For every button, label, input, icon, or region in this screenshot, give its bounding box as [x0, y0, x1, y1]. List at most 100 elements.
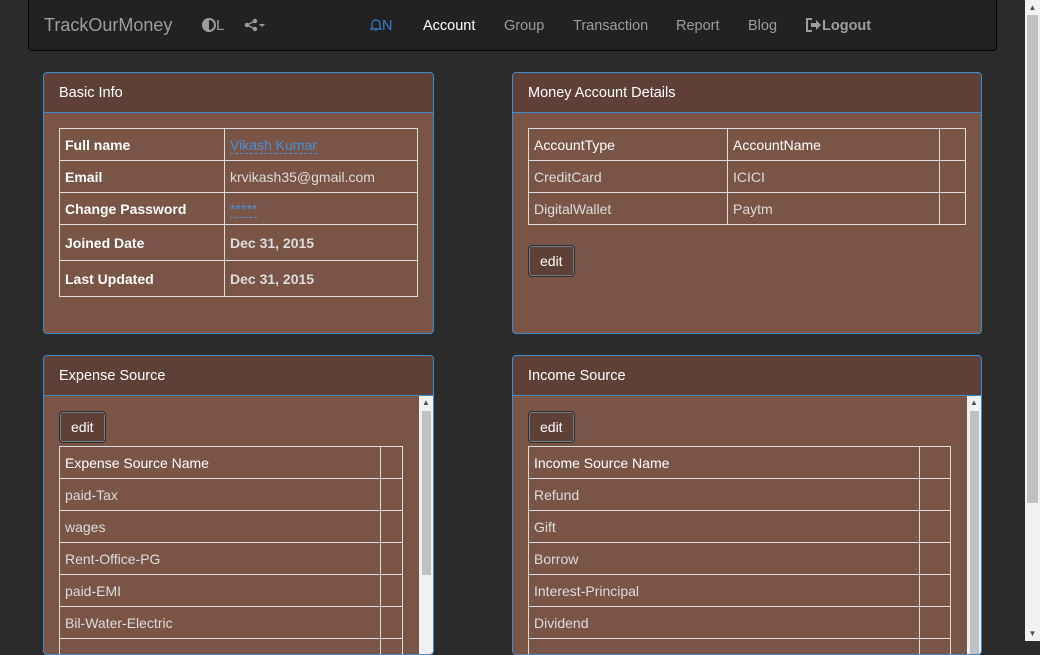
last-updated-value: Dec 31, 2015 — [225, 261, 418, 297]
action-cell — [381, 607, 403, 639]
table-row: paid-EMI — [60, 575, 403, 607]
table-row: Rent-Office-PG — [60, 543, 403, 575]
nav-blog[interactable]: Blog — [748, 18, 777, 34]
header-expense-source-name: Expense Source Name — [60, 447, 381, 479]
table-row: Borrow — [529, 543, 951, 575]
edit-income-button[interactable]: edit — [528, 411, 575, 443]
nav-group[interactable]: Group — [504, 18, 544, 34]
table-row: Last Updated Dec 31, 2015 — [60, 261, 418, 297]
table-row: Joined Date Dec 31, 2015 — [60, 225, 418, 261]
bell-icon — [370, 18, 382, 31]
account-name-cell: ICICI — [728, 161, 940, 193]
action-cell — [920, 607, 951, 639]
scroll-up-arrow-icon[interactable]: ▲ — [967, 396, 981, 410]
money-account-title: Money Account Details — [513, 73, 981, 113]
theme-toggle[interactable]: L — [202, 17, 224, 34]
action-cell — [381, 543, 403, 575]
expense-scrollbar[interactable]: ▲ — [419, 396, 433, 654]
logout-label: Logout — [822, 18, 871, 34]
action-cell — [940, 193, 966, 225]
expense-source-title: Expense Source — [44, 356, 433, 396]
table-row: Interest-Principal — [529, 575, 951, 607]
money-account-panel: Money Account Details AccountType Accoun… — [512, 72, 982, 334]
action-cell — [940, 161, 966, 193]
table-row: paid-Tax — [60, 479, 403, 511]
logout-icon — [806, 18, 822, 32]
expense-source-cell: Bil-Water-Electric — [60, 607, 381, 639]
action-cell — [920, 511, 951, 543]
edit-expense-button[interactable]: edit — [59, 411, 106, 443]
money-account-table: AccountType AccountName CreditCard ICICI… — [528, 128, 966, 225]
income-source-cell: Refund — [529, 479, 920, 511]
notifications-label: N — [382, 18, 392, 34]
income-scrollbar[interactable]: ▲ — [967, 396, 981, 654]
contrast-icon — [202, 18, 216, 32]
nav-transaction[interactable]: Transaction — [573, 18, 648, 34]
table-row: wages — [60, 511, 403, 543]
scroll-up-arrow-icon[interactable]: ▲ — [1025, 0, 1040, 15]
notifications-link[interactable]: N — [370, 18, 392, 34]
change-password-label: Change Password — [60, 193, 225, 225]
basic-info-panel: Basic Info Full name Vikash Kumar Email … — [43, 72, 434, 334]
fullname-editable[interactable]: Vikash Kumar — [230, 137, 317, 154]
action-cell — [920, 479, 951, 511]
header-action — [920, 447, 951, 479]
header-action — [381, 447, 403, 479]
action-cell — [381, 479, 403, 511]
action-cell — [381, 511, 403, 543]
table-row: Change Password ***** — [60, 193, 418, 225]
header-action — [940, 129, 966, 161]
income-source-panel: Income Source edit Income Source Name Re… — [512, 355, 982, 655]
last-updated-label: Last Updated — [60, 261, 225, 297]
expense-source-table: Expense Source Name paid-Tax wages Rent-… — [59, 446, 403, 655]
header-account-name: AccountName — [728, 129, 940, 161]
account-type-cell: DigitalWallet — [529, 193, 728, 225]
email-label: Email — [60, 161, 225, 193]
edit-accounts-button[interactable]: edit — [528, 245, 575, 277]
table-row: Dividend — [529, 607, 951, 639]
email-value: krvikash35@gmail.com — [225, 161, 418, 193]
income-source-table: Income Source Name Refund Gift Borrow In… — [528, 446, 951, 655]
expense-source-cell: paid-Tax — [60, 479, 381, 511]
expense-source-cell: paid-EMI — [60, 575, 381, 607]
expense-source-cell: Rent-Office-PG — [60, 543, 381, 575]
page-scrollbar-thumb[interactable] — [1027, 15, 1038, 503]
share-icon — [244, 18, 266, 32]
income-source-cell: Interest-Principal — [529, 575, 920, 607]
table-row: DigitalWallet Paytm — [529, 193, 966, 225]
logout-link[interactable]: Logout — [806, 18, 871, 34]
nav-account[interactable]: Account — [423, 18, 475, 34]
account-type-cell: CreditCard — [529, 161, 728, 193]
fullname-label: Full name — [60, 129, 225, 161]
table-row: Gift — [529, 511, 951, 543]
scrollbar-thumb[interactable] — [422, 411, 431, 575]
table-header-row: Income Source Name — [529, 447, 951, 479]
header-account-type: AccountType — [529, 129, 728, 161]
basic-info-title: Basic Info — [44, 73, 433, 113]
action-cell — [920, 575, 951, 607]
share-dropdown[interactable] — [244, 17, 266, 34]
table-row: Full name Vikash Kumar — [60, 129, 418, 161]
expense-source-panel: Expense Source edit Expense Source Name … — [43, 355, 434, 655]
income-source-title: Income Source — [513, 356, 981, 396]
table-header-row: AccountType AccountName — [529, 129, 966, 161]
table-row: Email krvikash35@gmail.com — [60, 161, 418, 193]
change-password-editable[interactable]: ***** — [230, 201, 257, 218]
table-row: Bil-Water-Electric — [60, 607, 403, 639]
table-header-row: Expense Source Name — [60, 447, 403, 479]
account-name-cell: Paytm — [728, 193, 940, 225]
joined-date-value: Dec 31, 2015 — [225, 225, 418, 261]
top-navbar: TrackOurMoney L N Account Group Transact… — [28, 0, 997, 51]
scroll-down-arrow-icon[interactable]: ▼ — [1025, 626, 1040, 641]
income-source-cell: Gift — [529, 511, 920, 543]
page-scrollbar[interactable]: ▲ ▼ — [1025, 0, 1040, 641]
action-cell — [920, 543, 951, 575]
scroll-up-arrow-icon[interactable]: ▲ — [419, 396, 433, 410]
income-source-cell: Borrow — [529, 543, 920, 575]
brand-logo[interactable]: TrackOurMoney — [44, 15, 172, 36]
scrollbar-thumb[interactable] — [970, 411, 979, 655]
nav-report[interactable]: Report — [676, 18, 720, 34]
theme-label: L — [216, 17, 224, 34]
basic-info-table: Full name Vikash Kumar Email krvikash35@… — [59, 128, 418, 297]
table-row: Refund — [529, 479, 951, 511]
